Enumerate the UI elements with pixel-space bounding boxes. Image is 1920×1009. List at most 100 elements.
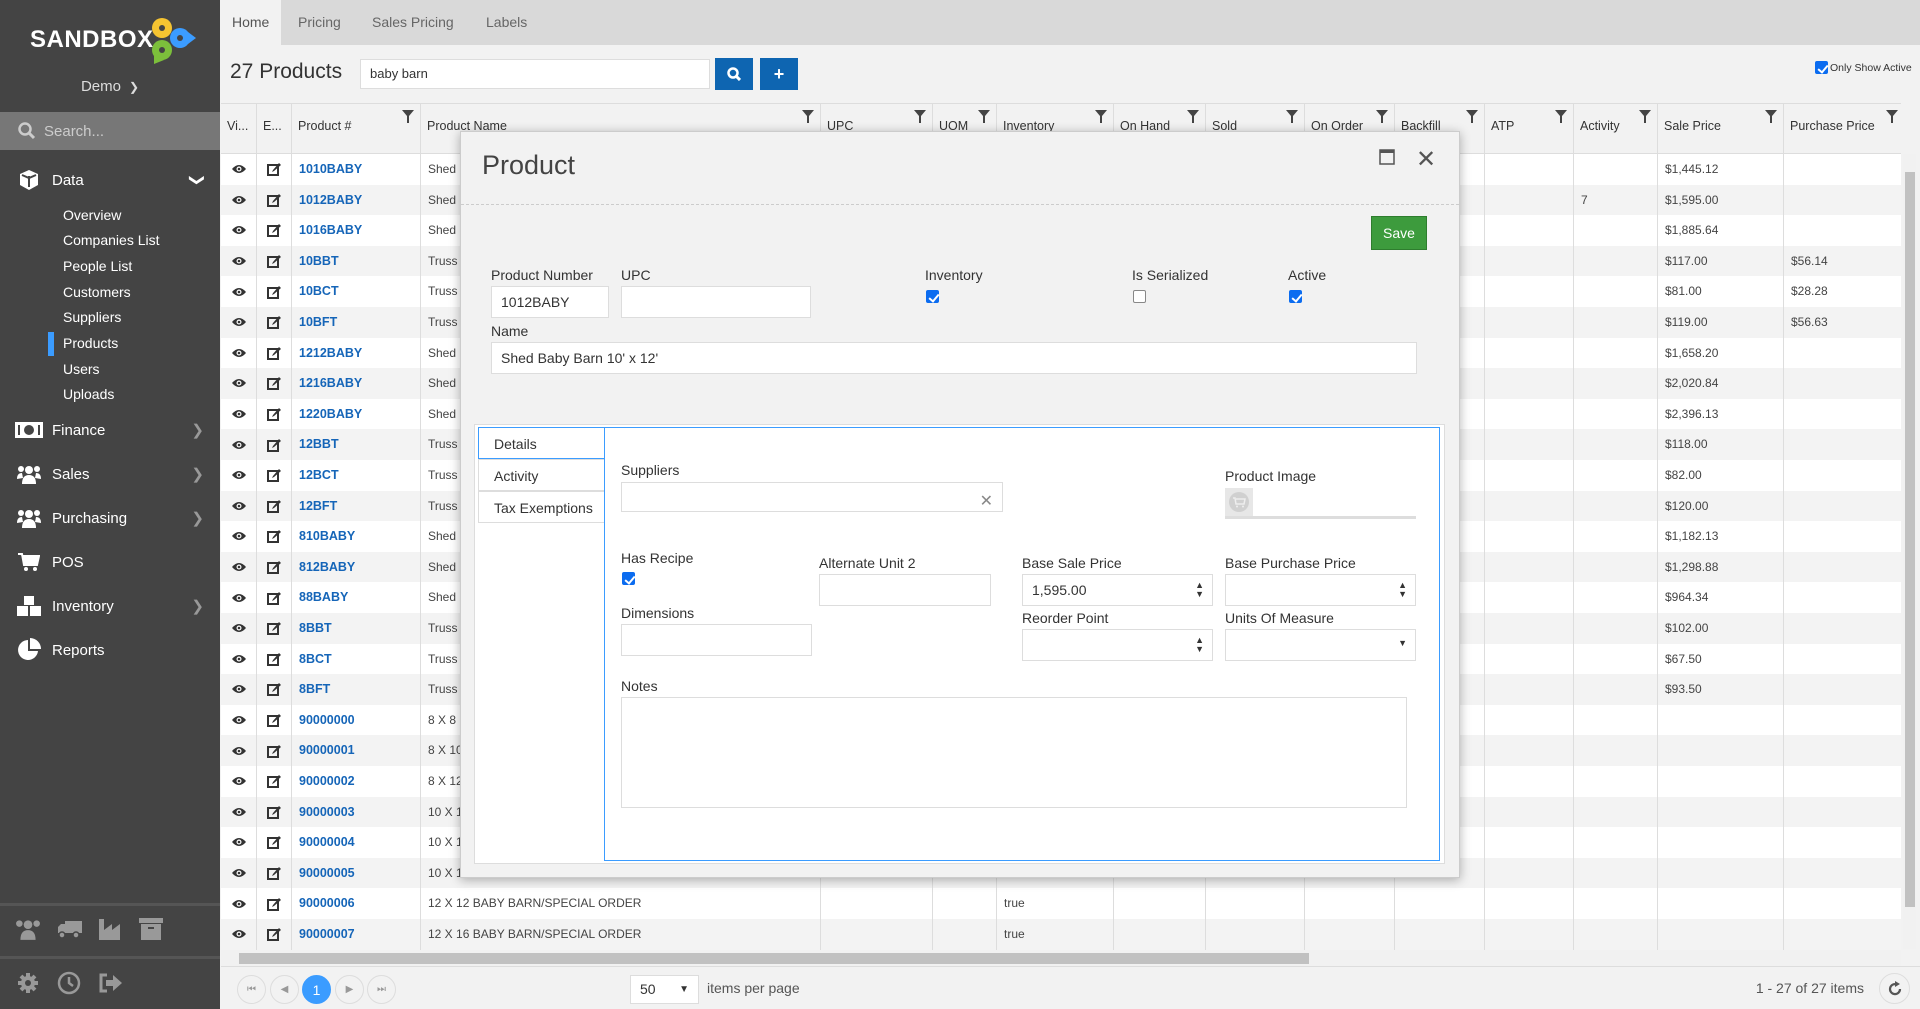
only-show-active-checkbox[interactable] [1815,61,1828,74]
add-product-button[interactable]: + [760,58,798,90]
edit-icon[interactable] [267,529,281,544]
eye-icon[interactable] [231,899,246,909]
product-image-placeholder[interactable] [1225,488,1253,516]
notes-textarea[interactable] [621,697,1407,808]
eye-icon[interactable] [231,837,246,847]
base-purchase-price-field[interactable]: ▲ ▼ [1225,574,1416,606]
edit-icon[interactable] [267,866,281,881]
cell-product-number[interactable]: 10BFT [292,307,421,338]
cell-product-number[interactable]: 12BBT [292,429,421,460]
truck-icon[interactable] [57,918,83,943]
alternate-unit-field[interactable] [819,574,991,606]
close-button[interactable]: ✕ [1416,145,1436,174]
sidebar-item-customers[interactable]: Customers [63,284,131,300]
cell-product-number[interactable]: 1212BABY [292,337,421,369]
logout-icon[interactable] [98,972,124,997]
cell-view[interactable] [221,490,257,522]
sidebar-item-users[interactable]: Users [63,361,100,377]
edit-icon[interactable] [267,346,281,360]
sidebar-item-overview[interactable]: Overview [63,207,121,223]
units-of-measure-select[interactable]: ▼ [1225,629,1416,661]
tab-pricing[interactable]: Pricing [286,0,353,45]
refresh-button[interactable] [1879,973,1910,1004]
filter-icon[interactable] [802,110,814,123]
cell-view[interactable] [221,337,257,369]
sidebar-item-suppliers[interactable]: Suppliers [63,309,121,325]
cell-view[interactable] [221,551,257,583]
column-header-view[interactable]: Vi... [221,104,257,154]
edit-icon[interactable] [267,927,281,942]
column-header-product-number[interactable]: Product # [292,104,421,154]
cell-edit[interactable] [257,521,292,552]
cell-view[interactable] [221,215,257,246]
cell-edit[interactable] [257,460,292,491]
sidebar-item-people-list[interactable]: People List [63,258,132,274]
brand-logo[interactable]: SANDBOX [30,14,200,64]
eye-icon[interactable] [231,593,246,603]
tab-labels[interactable]: Labels [474,0,539,45]
edit-icon[interactable] [267,315,281,330]
filter-icon[interactable] [1376,110,1388,123]
cell-edit[interactable] [257,735,292,766]
filter-icon[interactable] [1286,110,1298,123]
contacts-icon[interactable] [15,918,41,943]
cell-view[interactable] [221,796,257,828]
eye-icon[interactable] [231,562,246,572]
cell-view[interactable] [221,643,257,675]
cell-product-number[interactable]: 12BFT [292,490,421,522]
active-checkbox[interactable] [1289,290,1302,303]
search-button[interactable] [715,58,753,90]
sidebar-section-purchasing[interactable]: Purchasing ❯ [0,500,220,536]
edit-icon[interactable] [267,805,281,819]
cell-view[interactable] [221,154,257,185]
tab-activity[interactable]: Activity [478,459,605,491]
column-header-sale-price[interactable]: Sale Price [1658,104,1784,154]
cell-product-number[interactable]: 90000000 [292,704,421,736]
cell-view[interactable] [221,613,257,644]
cell-product-number[interactable]: 12BCT [292,460,421,491]
cell-edit[interactable] [257,766,292,797]
grid-horizontal-scroll-thumb[interactable] [239,953,1309,964]
eye-icon[interactable] [231,256,246,266]
edit-icon[interactable] [267,438,281,452]
edit-icon[interactable] [267,897,281,911]
only-show-active-toggle[interactable]: Only Show Active [1815,61,1912,74]
cell-edit[interactable] [257,919,292,950]
maximize-button[interactable] [1379,149,1395,168]
edit-icon[interactable] [267,835,281,850]
is-serialized-checkbox[interactable] [1133,290,1146,303]
filter-icon[interactable] [978,110,990,123]
cell-view[interactable] [221,766,257,797]
edit-icon[interactable] [267,682,281,697]
spinner-icon[interactable]: ▲ ▼ [1398,581,1407,599]
table-row[interactable]: 90000006 12 X 12 BABY BARN/SPECIAL ORDER t… [221,888,1901,919]
cell-product-number[interactable]: 810BABY [292,521,421,552]
product-number-field[interactable]: 1012BABY [491,286,609,318]
cell-view[interactable] [221,827,257,858]
eye-icon[interactable] [231,409,246,419]
edit-icon[interactable] [267,652,281,666]
filter-icon[interactable] [402,110,414,123]
cell-edit[interactable] [257,154,292,185]
cell-view[interactable] [221,429,257,460]
edit-icon[interactable] [267,591,281,605]
cell-edit[interactable] [257,551,292,583]
eye-icon[interactable] [231,623,246,633]
cell-product-number[interactable]: 1010BABY [292,154,421,185]
sidebar-section-inventory[interactable]: Inventory ❯ [0,588,220,624]
eye-icon[interactable] [231,470,246,480]
edit-icon[interactable] [267,621,281,636]
cell-edit[interactable] [257,827,292,858]
next-page-button[interactable]: ▶ [335,975,364,1004]
eye-icon[interactable] [231,287,246,297]
cell-product-number[interactable]: 90000001 [292,735,421,766]
filter-icon[interactable] [1886,110,1898,123]
filter-icon[interactable] [1187,110,1199,123]
cell-view[interactable] [221,245,257,277]
edit-icon[interactable] [267,407,281,422]
cell-product-number[interactable]: 10BBT [292,245,421,277]
cell-product-number[interactable]: 8BFT [292,674,421,705]
eye-icon[interactable] [231,684,246,694]
edit-icon[interactable] [267,376,281,391]
cell-edit[interactable] [257,184,292,216]
